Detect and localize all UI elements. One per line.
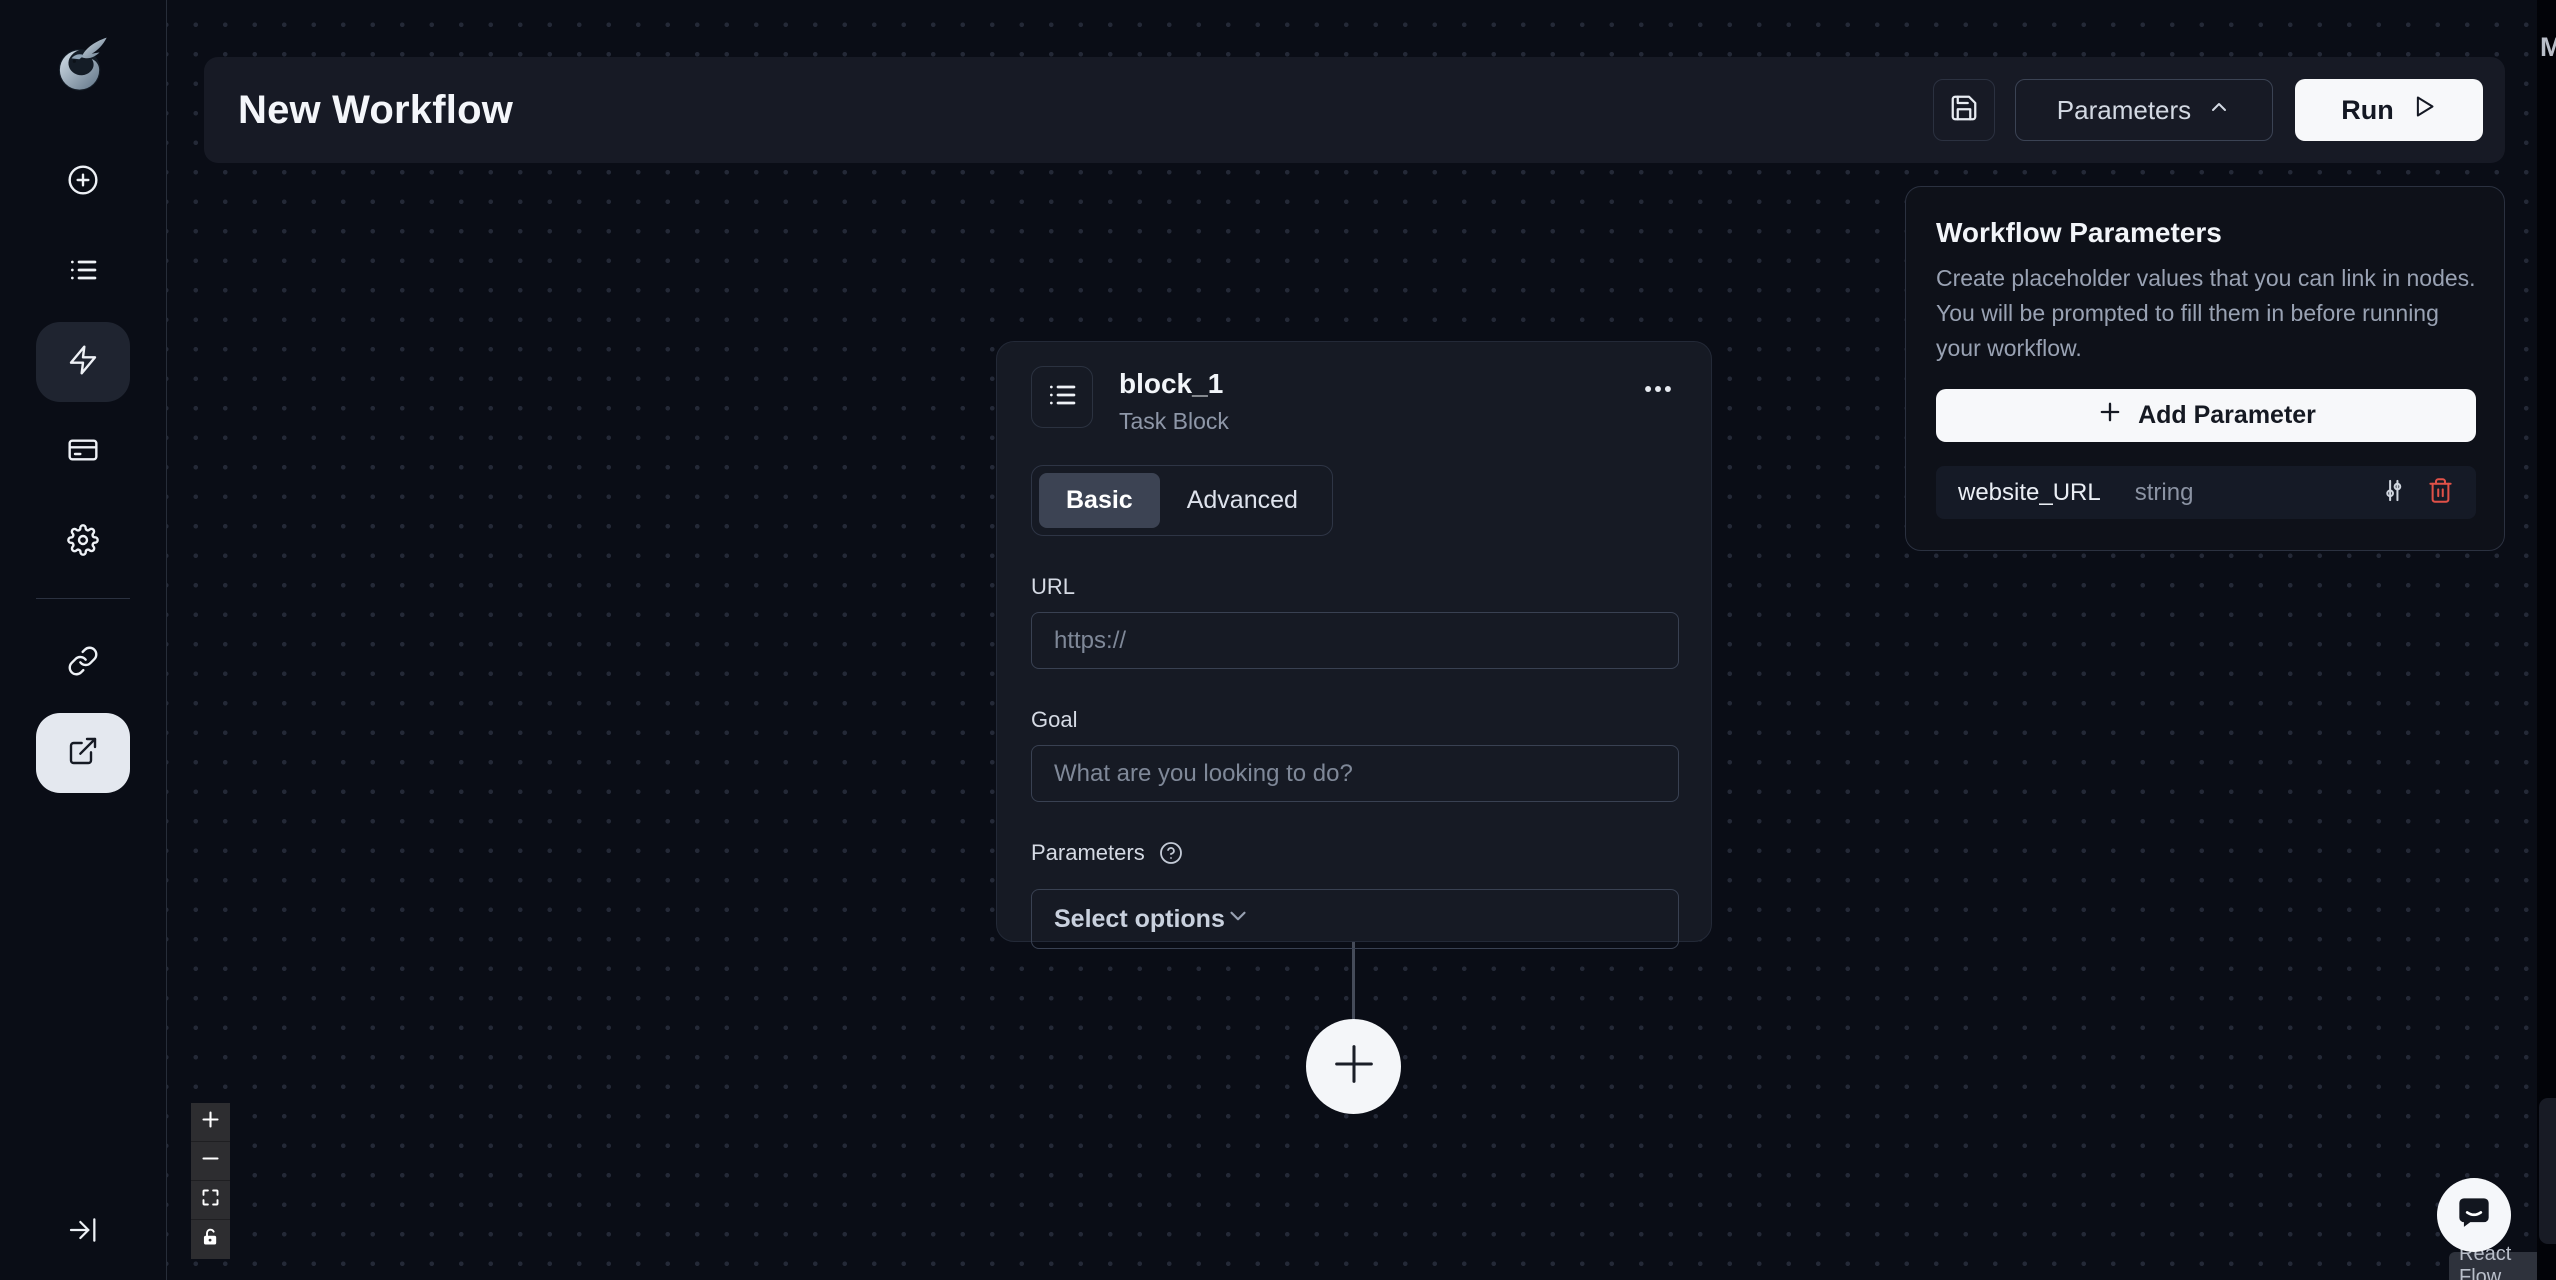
- parameters-label: Parameters: [1031, 840, 1677, 866]
- sidebar: [0, 0, 167, 1280]
- chat-widget-button[interactable]: [2437, 1178, 2511, 1252]
- page-title: New Workflow: [238, 87, 514, 132]
- parameter-actions: [2380, 477, 2454, 509]
- block-options-button[interactable]: [1639, 366, 1677, 417]
- block-header: block_1 Task Block: [1031, 366, 1677, 435]
- sidebar-item-billing[interactable]: [36, 412, 130, 492]
- delete-parameter-icon[interactable]: [2427, 477, 2454, 509]
- play-icon: [2410, 93, 2437, 127]
- parameter-row: website_URL string: [1936, 466, 2476, 519]
- block-titles: block_1 Task Block: [1119, 366, 1229, 435]
- chevron-down-icon: [1225, 903, 1251, 936]
- list-icon: [67, 254, 99, 291]
- tab-advanced[interactable]: Advanced: [1160, 473, 1325, 528]
- run-button[interactable]: Run: [2295, 79, 2483, 141]
- sidebar-item-settings[interactable]: [36, 502, 130, 582]
- ellipsis-icon: [1641, 386, 1675, 410]
- panel-description: Create placeholder values that you can l…: [1936, 265, 2476, 361]
- edit-parameter-icon[interactable]: [2380, 477, 2407, 509]
- unlock-icon: [200, 1227, 221, 1253]
- url-input[interactable]: [1031, 612, 1679, 669]
- parameters-toggle-button[interactable]: Parameters: [2015, 79, 2273, 141]
- block-tabs: Basic Advanced: [1031, 465, 1333, 536]
- task-block-node[interactable]: block_1 Task Block Basic Advanced URL Go…: [996, 341, 1712, 949]
- run-button-label: Run: [2341, 94, 2394, 125]
- skyvern-logo[interactable]: [46, 26, 120, 102]
- panel-title: Workflow Parameters: [1936, 217, 2222, 248]
- scrollbar-thumb[interactable]: [2539, 1098, 2556, 1244]
- chevron-up-icon: [2207, 95, 2231, 126]
- lock-button[interactable]: [191, 1220, 230, 1259]
- link-icon: [67, 645, 99, 682]
- list-icon: [1046, 379, 1078, 416]
- add-parameter-button[interactable]: Add Parameter: [1936, 389, 2476, 442]
- add-block-button[interactable]: [1306, 1019, 1401, 1114]
- parameter-name: website_URL: [1958, 478, 2101, 506]
- add-parameter-label: Add Parameter: [2138, 401, 2316, 429]
- sidebar-item-workflows[interactable]: [36, 322, 130, 402]
- zoom-out-button[interactable]: [191, 1142, 230, 1181]
- help-icon[interactable]: [1159, 841, 1183, 865]
- parameters-button-label: Parameters: [2056, 94, 2192, 125]
- fit-view-button[interactable]: [191, 1181, 230, 1220]
- sidebar-item-integrations[interactable]: [36, 623, 130, 703]
- minus-icon: [200, 1148, 221, 1174]
- plus-circle-icon: [67, 164, 99, 201]
- lightning-icon: [67, 344, 99, 381]
- plus-icon: [2096, 398, 2124, 433]
- save-icon: [1949, 93, 1979, 128]
- external-link-icon: [67, 735, 99, 772]
- goal-input[interactable]: [1031, 745, 1679, 802]
- sidebar-item-external[interactable]: [36, 713, 130, 793]
- chat-bubble-icon: [2452, 1191, 2496, 1240]
- workflow-header: New Workflow Parameters Run: [204, 57, 2505, 163]
- sidebar-item-runs[interactable]: [36, 232, 130, 312]
- credit-card-icon: [67, 434, 99, 471]
- plus-icon: [1328, 1038, 1380, 1095]
- plus-icon: [200, 1109, 221, 1135]
- workflow-editor: New Workflow Parameters Run block_1 Task…: [0, 0, 2556, 1280]
- sidebar-divider: [36, 598, 130, 599]
- gear-icon: [67, 523, 99, 561]
- sidebar-item-create[interactable]: [36, 142, 130, 222]
- block-type-label: Task Block: [1119, 408, 1229, 434]
- save-button[interactable]: [1933, 79, 1995, 141]
- parameters-select[interactable]: Select options: [1031, 889, 1679, 949]
- url-label: URL: [1031, 574, 1076, 599]
- clipped-edge-text: M: [2540, 32, 2556, 62]
- dragon-logo-icon: [58, 37, 107, 91]
- select-placeholder: Select options: [1054, 904, 1225, 933]
- sidebar-collapse-button[interactable]: [36, 1192, 130, 1272]
- fit-view-icon: [200, 1187, 221, 1213]
- parameter-type: string: [2134, 478, 2194, 506]
- node-edge: [1352, 942, 1355, 1020]
- workflow-parameters-panel: Workflow Parameters Create placeholder v…: [1905, 186, 2505, 551]
- block-type-icon-box: [1031, 366, 1093, 428]
- goal-label: Goal: [1031, 707, 1078, 732]
- arrow-to-line-icon: [67, 1214, 99, 1251]
- block-name: block_1: [1119, 368, 1224, 399]
- canvas-controls: [191, 1103, 230, 1259]
- tab-basic[interactable]: Basic: [1039, 473, 1160, 528]
- zoom-in-button[interactable]: [191, 1103, 230, 1142]
- screen-edge-strip: [2537, 0, 2556, 1280]
